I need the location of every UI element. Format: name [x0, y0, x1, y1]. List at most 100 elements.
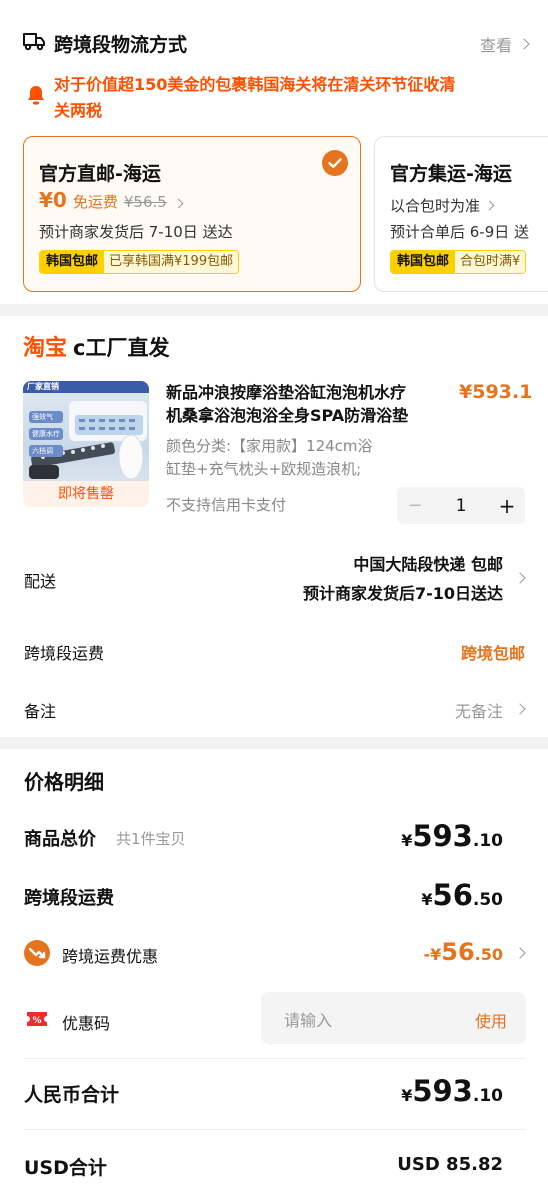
amount-int: 56: [441, 938, 475, 966]
rmb-total-row: 人民币合计 ¥ 593 .10: [0, 1074, 548, 1114]
original-shipping-price: ¥56.5: [123, 193, 167, 211]
amount-dec: .10: [472, 1086, 503, 1106]
crossborder-fee-label: 跨境段运费: [24, 644, 105, 663]
sellout-label: 即将售罄: [58, 486, 114, 502]
quantity-value[interactable]: 1: [433, 496, 489, 516]
usd-total-value: USD 85.82: [397, 1154, 503, 1175]
usd-total-label: USD合计: [24, 1157, 107, 1179]
chevron-right-icon: [518, 38, 530, 50]
option-title: 官方集运-海运: [390, 163, 512, 185]
amount-int: 593: [412, 1074, 473, 1108]
divider: [24, 1129, 526, 1130]
shipping-section: 跨境段物流方式 查看 对于价值超150美金的包裹韩国海关将在清关环节征收清 关两…: [0, 0, 548, 304]
remark-label: 备注: [24, 702, 57, 721]
coupon-icon: %: [24, 1006, 50, 1032]
discount-prefix: -¥: [423, 945, 442, 964]
order-section: 淘宝 c工厂直发 厂家直销 强效气 健康水疗 六档调 即将售罄 新品冲浪按摩浴垫…: [0, 316, 548, 737]
shipping-fee-label: 跨境段运费: [24, 888, 114, 909]
tag-desc: 已享韩国满¥199包邮: [104, 251, 239, 273]
discount-icon: [24, 940, 50, 966]
chevron-right-icon: [514, 703, 526, 715]
option-title: 官方直邮-海运: [39, 163, 161, 185]
delivery-label: 配送: [24, 572, 57, 591]
amount-int: 56: [432, 878, 473, 912]
delivery-line2: 预计商家发货后7-10日送达: [302, 584, 503, 603]
decrease-button[interactable]: −: [397, 495, 433, 516]
shipping-section-title: 跨境段物流方式: [54, 34, 188, 56]
coupon-input-box: 请输入 使用: [261, 992, 526, 1044]
option-price: ¥0: [39, 188, 67, 212]
product-thumbnail[interactable]: 厂家直销 强效气 健康水疗 六档调 即将售罄: [23, 381, 149, 507]
currency-symbol: ¥: [401, 831, 413, 850]
svg-text:%: %: [32, 1016, 41, 1026]
bell-icon: [26, 84, 46, 106]
customs-notice: 对于价值超150美金的包裹韩国海关将在清关环节征收清 关两税: [54, 72, 524, 124]
tag-desc: 合包时满¥: [455, 251, 526, 273]
product-price: ¥593.1: [459, 381, 533, 403]
thumb-feature: 健康水疗: [29, 428, 63, 440]
discount-label: 跨境运费优惠: [62, 947, 159, 966]
goods-total-amount: ¥ 593 .10: [401, 819, 503, 853]
currency-symbol: ¥: [401, 1086, 413, 1105]
currency-symbol: ¥: [421, 890, 433, 909]
product-title[interactable]: 新品冲浪按摩浴垫浴缸泡泡机水疗 机桑拿浴泡泡浴全身SPA防滑浴垫: [166, 381, 446, 427]
crossborder-fee-row: 跨境段运费 跨境包邮: [0, 634, 548, 670]
coupon-input[interactable]: 请输入: [284, 1007, 332, 1031]
thumb-feature: 强效气: [29, 411, 63, 423]
view-label: 查看: [479, 36, 512, 55]
delivery-line1: 中国大陆段快递 包邮: [353, 555, 503, 574]
thumb-feature-labels: 强效气 健康水疗 六档调: [29, 411, 63, 457]
store-header[interactable]: 淘宝 c工厂直发: [23, 330, 169, 362]
product-variant[interactable]: 颜色分类:【家用款】124cm浴 缸垫+充气枕头+欧规造浪机;: [166, 435, 406, 481]
tag-main: 韩国包邮: [391, 251, 456, 273]
coupon-apply-button[interactable]: 使用: [475, 1008, 507, 1032]
product-title-line1: 新品冲浪按摩浴垫浴缸泡泡机水疗: [166, 383, 407, 402]
sellout-badge: 即将售罄: [23, 481, 149, 507]
amount-dec: .50: [474, 945, 503, 964]
price-detail-title: 价格明细: [24, 770, 104, 794]
rmb-total-amount: ¥ 593 .10: [401, 1074, 503, 1108]
shipping-option-direct[interactable]: 官方直邮-海运 ¥0 免运费 ¥56.5 预计商家发货后 7-10日 送达 韩国…: [23, 136, 361, 292]
chevron-right-icon: [514, 947, 526, 959]
product-title-line2: 机桑拿浴泡泡浴全身SPA防滑浴垫: [166, 406, 409, 425]
option-sub: 以合包时为准: [390, 197, 481, 215]
variant-line1: 颜色分类:【家用款】124cm浴: [166, 437, 373, 455]
option-sub-row: 以合包时为准: [390, 195, 495, 216]
quantity-stepper: − 1 +: [397, 487, 525, 524]
goods-count: 共1件宝贝: [116, 830, 186, 848]
variant-line2: 缸垫+充气枕头+欧规造浪机;: [166, 460, 362, 478]
option-eta: 预计商家发货后 7-10日 送达: [39, 223, 233, 241]
checked-icon: [322, 150, 348, 176]
delivery-row[interactable]: 配送 中国大陆段快递 包邮 预计商家发货后7-10日送达: [0, 544, 548, 614]
shipping-discount-row[interactable]: 跨境运费优惠 -¥ 56 .50: [0, 936, 548, 976]
increase-button[interactable]: +: [489, 494, 525, 518]
amount-dec: .10: [472, 831, 503, 851]
option-price-row: ¥0 免运费 ¥56.5: [39, 188, 184, 212]
customs-notice-line2: 关两税: [54, 101, 103, 120]
payment-note: 不支持信用卡支付: [166, 496, 287, 514]
goods-total-row: 商品总价 共1件宝贝 ¥ 593 .10: [0, 819, 548, 859]
goods-total-label: 商品总价: [24, 829, 96, 850]
amount-dec: .50: [472, 890, 503, 910]
price-detail-section: 价格明细 商品总价 共1件宝贝 ¥ 593 .10 跨境段运费 ¥ 56 .50…: [0, 749, 548, 1200]
thumb-header-text: 厂家直销: [27, 382, 59, 391]
remark-row[interactable]: 备注 无备注: [0, 692, 548, 728]
free-shipping-label: 免运费: [72, 193, 118, 211]
view-shipping-link[interactable]: 查看: [479, 32, 530, 56]
option-eta: 预计合单后 6-9日 送: [390, 223, 530, 241]
delivery-info: 中国大陆段快递 包邮 预计商家发货后7-10日送达: [303, 550, 503, 608]
chevron-right-icon: [173, 198, 184, 209]
store-name: c工厂直发: [73, 336, 170, 360]
amount-int: 593: [412, 819, 473, 853]
discount-amount: -¥ 56 .50: [423, 938, 503, 966]
coupon-label: 优惠码: [62, 1014, 111, 1033]
truck-icon: [22, 31, 46, 51]
usd-total-row: USD合计 USD 85.82: [0, 1149, 548, 1183]
shipping-fee-amount: ¥ 56 .50: [421, 878, 503, 912]
chevron-right-icon: [514, 572, 526, 584]
crossborder-fee-value: 跨境包邮: [460, 644, 525, 663]
coupon-row: % 优惠码 请输入 使用: [0, 992, 548, 1048]
remark-value: 无备注: [454, 702, 503, 721]
taobao-logo: 淘宝: [23, 336, 68, 361]
shipping-option-consolidated[interactable]: 官方集运-海运 以合包时为准 预计合单后 6-9日 送 韩国包邮 合包时满¥: [374, 136, 548, 292]
